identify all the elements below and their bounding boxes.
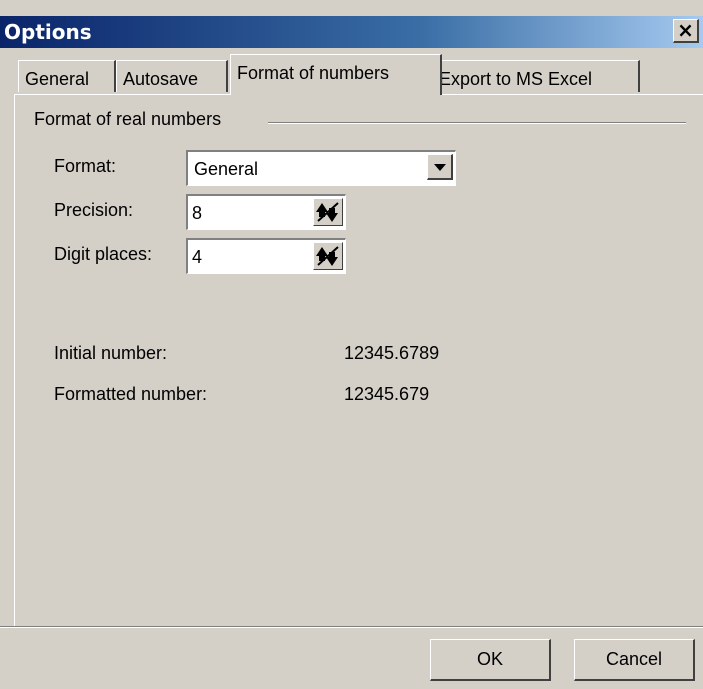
format-label: Format: — [54, 156, 117, 176]
cancel-button[interactable]: Cancel — [574, 639, 695, 681]
tab-label: Format of numbers — [237, 63, 390, 83]
spinner-icon[interactable] — [313, 242, 343, 270]
tab-label: Autosave — [123, 69, 199, 89]
precision-value: 8 — [192, 203, 203, 223]
format-dropdown[interactable]: General — [186, 150, 456, 186]
group-title: Format of real numbers — [34, 109, 234, 130]
close-icon: × — [677, 18, 694, 42]
formatted-number-value: 12345.679 — [344, 384, 430, 404]
footer-divider — [0, 626, 703, 628]
tab-general[interactable]: General — [18, 60, 116, 92]
precision-label: Precision: — [54, 200, 134, 220]
spinner-icon[interactable] — [313, 198, 343, 226]
formatted-number-label: Formatted number: — [54, 384, 208, 404]
close-button[interactable]: × — [673, 19, 699, 43]
digit-places-spinner[interactable]: 4 — [186, 238, 346, 274]
digit-places-label: Digit places: — [54, 244, 153, 264]
digit-places-value: 4 — [192, 247, 203, 267]
dropdown-button[interactable] — [427, 154, 453, 180]
window-title: Options — [4, 20, 92, 44]
tab-label: General — [25, 69, 90, 89]
tab-autosave[interactable]: Autosave — [116, 60, 228, 92]
initial-number-value: 12345.6789 — [344, 343, 440, 363]
group-divider — [268, 122, 686, 124]
tab-format-of-numbers[interactable]: Format of numbers — [230, 54, 442, 95]
tab-label: Export to MS Excel — [439, 69, 593, 89]
format-value: General — [194, 159, 259, 179]
precision-spinner[interactable]: 8 — [186, 194, 346, 230]
tab-export-to-ms-excel[interactable]: Export to MS Excel — [432, 60, 640, 92]
initial-number-label: Initial number: — [54, 343, 168, 363]
title-bar: Options × — [0, 16, 703, 48]
chevron-down-icon — [434, 164, 446, 171]
ok-button[interactable]: OK — [430, 639, 551, 681]
